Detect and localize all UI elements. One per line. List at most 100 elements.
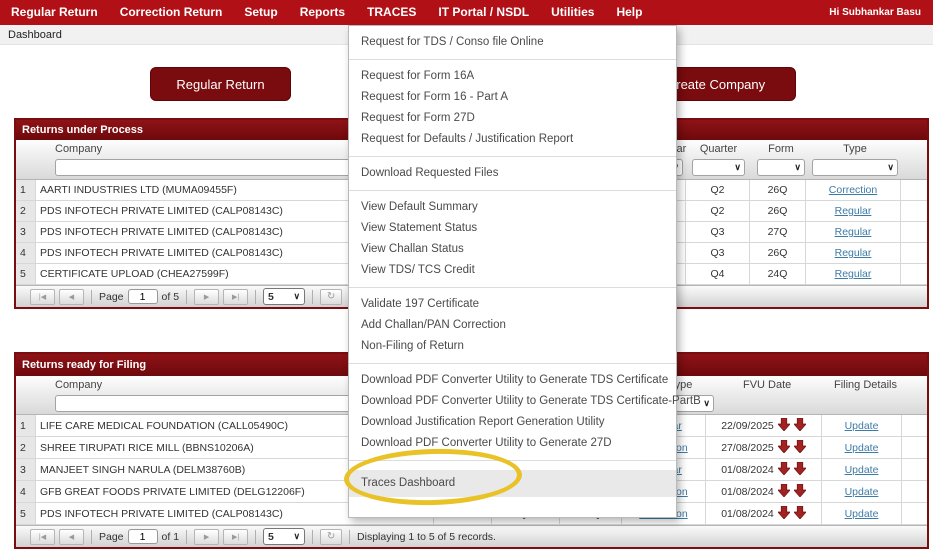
type-link[interactable]: Regular [835,226,872,238]
last-page-button[interactable]: ▶| [223,289,248,305]
download-form27a-icon[interactable] [794,440,806,456]
download-form27a-icon[interactable] [794,506,806,522]
traces-menu-item[interactable]: Request for Form 27D [349,108,676,129]
traces-menu-item[interactable]: Download PDF Converter Utility to Genera… [349,433,676,454]
page-input[interactable] [128,529,158,544]
traces-menu-item[interactable]: Add Challan/PAN Correction [349,315,676,336]
row-number: 3 [16,222,36,242]
type-filter-select[interactable]: ∨ [812,159,898,176]
type-link[interactable]: Regular [835,268,872,280]
traces-menu-item[interactable]: View Statement Status [349,218,676,239]
download-arrow-icon[interactable] [778,462,790,475]
page-size-select[interactable]: 5 ∨ [263,528,305,545]
filing-update-link[interactable]: Update [845,464,879,476]
traces-menu-item[interactable]: Download Requested Files [349,163,676,184]
next-page-button[interactable]: ▶ [194,529,219,545]
first-page-button[interactable]: |◀ [30,289,55,305]
form-cell: 27Q [750,222,806,242]
empty-cell [902,437,927,458]
type-cell: Regular [806,222,901,242]
menu-traces[interactable]: TRACES [356,0,427,25]
prev-page-button[interactable]: ◀ [59,529,84,545]
refresh-button[interactable]: ↻ [320,289,342,305]
download-fvu-icon[interactable] [778,462,790,478]
traces-menu-item[interactable]: Request for Form 16 - Part A [349,87,676,108]
type-link[interactable]: Correction [829,184,877,196]
fvu-date-text: 22/09/2025 [721,420,774,432]
traces-menu-item[interactable]: Download PDF Converter Utility to Genera… [349,370,676,391]
quarter-cell: Q3 [686,243,750,263]
chevron-down-icon: ∨ [293,292,300,301]
page-size-select[interactable]: 5 ∨ [263,288,305,305]
form-cell: 26Q [750,180,806,200]
traces-menu-item[interactable]: Request for Defaults / Justification Rep… [349,129,676,150]
download-arrow-icon[interactable] [794,506,806,519]
download-arrow-icon[interactable] [794,418,806,431]
download-arrow-icon[interactable] [794,462,806,475]
page-size-value: 5 [268,291,274,303]
download-arrow-icon[interactable] [778,418,790,431]
download-form27a-icon[interactable] [794,484,806,500]
download-arrow-icon[interactable] [794,440,806,453]
download-fvu-icon[interactable] [778,506,790,522]
row-number: 3 [16,459,36,480]
form-filter-select[interactable]: ∨ [757,159,805,176]
next-page-button[interactable]: ▶ [194,289,219,305]
traces-menu-item[interactable]: Non-Filing of Return [349,336,676,357]
empty-cell [901,264,927,284]
download-arrow-icon[interactable] [794,484,806,497]
traces-menu-item[interactable]: Traces Dashboard [349,470,676,497]
prev-page-button[interactable]: ◀ [59,289,84,305]
download-form27a-icon[interactable] [794,418,806,434]
download-form27a-icon[interactable] [794,462,806,478]
page-input[interactable] [128,289,158,304]
download-fvu-icon[interactable] [778,418,790,434]
filing-update-link[interactable]: Update [845,420,879,432]
type-link[interactable]: Regular [835,247,872,259]
fvu-date-content: 27/08/2025 [710,440,817,456]
form-cell: 24Q [750,264,806,284]
menu-utilities[interactable]: Utilities [540,0,605,25]
traces-menu-item[interactable]: View Default Summary [349,197,676,218]
traces-menu-item[interactable]: View TDS/ TCS Credit [349,260,676,281]
form-cell: 26Q [750,201,806,221]
row-number: 4 [16,243,36,263]
page-of-label: of 5 [162,291,180,303]
traces-menu-item[interactable]: Validate 197 Certificate [349,294,676,315]
first-page-button[interactable]: |◀ [30,529,55,545]
fvu-date-text: 01/08/2024 [721,508,774,520]
filing-update-link[interactable]: Update [845,486,879,498]
menu-help[interactable]: Help [605,0,653,25]
quarter-filter-select[interactable]: ∨ [692,159,745,176]
fvu-date-column-label: FVU Date [743,379,791,391]
download-arrow-icon[interactable] [778,484,790,497]
traces-menu-item[interactable]: View Challan Status [349,239,676,260]
filing-update-link[interactable]: Update [845,442,879,454]
menu-regular-return[interactable]: Regular Return [0,0,109,25]
type-link[interactable]: Regular [835,205,872,217]
download-arrow-icon[interactable] [778,440,790,453]
traces-menu-item[interactable]: Request for TDS / Conso file Online [349,32,676,53]
traces-menu-item[interactable]: Download PDF Converter Utility to Genera… [349,391,676,412]
company-column-label: Company [55,379,102,391]
type-column-label: Type [812,143,898,155]
download-arrow-icon[interactable] [778,506,790,519]
filing-update-link[interactable]: Update [845,508,879,520]
refresh-button[interactable]: ↻ [320,529,342,545]
menu-group: Traces Dashboard [349,460,676,509]
menu-correction-return[interactable]: Correction Return [109,0,234,25]
menu-setup[interactable]: Setup [233,0,288,25]
menu-it-portal-nsdl[interactable]: IT Portal / NSDL [427,0,540,25]
download-fvu-icon[interactable] [778,440,790,456]
traces-menu-item[interactable]: Request for Form 16A [349,66,676,87]
empty-cell [902,459,927,480]
menu-group: Request for TDS / Conso file Online [349,26,676,59]
quarter-cell: Q2 [686,201,750,221]
download-fvu-icon[interactable] [778,484,790,500]
last-page-button[interactable]: ▶| [223,529,248,545]
regular-return-button[interactable]: Regular Return [150,67,291,101]
menu-reports[interactable]: Reports [289,0,356,25]
chevron-down-icon: ∨ [293,532,300,541]
type-cell: Correction [806,180,901,200]
traces-menu-item[interactable]: Download Justification Report Generation… [349,412,676,433]
